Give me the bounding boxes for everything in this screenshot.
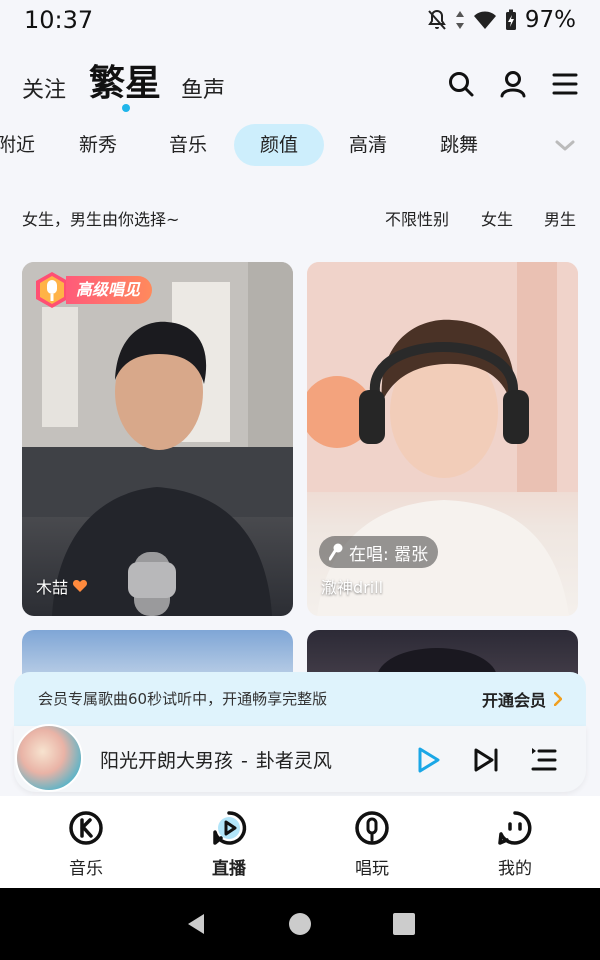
notifications-off-icon: [428, 9, 446, 30]
now-singing-badge: 在唱: 嚣张: [319, 536, 439, 568]
tab-fishvoice[interactable]: 鱼声: [181, 72, 225, 104]
filter-male[interactable]: 男生: [544, 206, 576, 230]
status-icons: 97%: [427, 7, 576, 33]
open-membership-button[interactable]: 开通会员: [482, 687, 562, 711]
bottom-tab-bar: 音乐 直播 唱玩 我的: [0, 796, 600, 888]
tab-sing-play[interactable]: 唱玩: [332, 810, 412, 879]
now-singing-label: 在唱: 嚣张: [349, 544, 429, 565]
live-room-card[interactable]: 在唱: 嚣张 澈神drill: [307, 262, 578, 616]
category-nearby[interactable]: 附近: [0, 124, 46, 166]
tab-stars[interactable]: 繁星: [89, 54, 161, 106]
singer-level-label: 高级唱见: [66, 276, 153, 304]
chevron-right-icon: [554, 692, 562, 706]
tab-music[interactable]: 音乐: [46, 810, 126, 879]
data-transfer-icon: [455, 11, 464, 29]
streamer-name: 木喆: [36, 574, 88, 598]
play-icon[interactable]: [414, 746, 442, 774]
playlist-icon[interactable]: [530, 746, 558, 774]
tab-sing-play-label: 唱玩: [355, 859, 389, 879]
streamer-photo: [22, 262, 293, 616]
battery-level: 97%: [524, 7, 576, 33]
menu-icon[interactable]: [551, 70, 579, 98]
album-art[interactable]: [15, 724, 83, 792]
search-icon[interactable]: [447, 70, 475, 98]
mini-player[interactable]: 阳光开朗大男孩 - 卦者灵风: [14, 724, 586, 792]
track-info[interactable]: 阳光开朗大男孩 - 卦者灵风: [100, 746, 332, 773]
track-artist: 卦者灵风: [255, 750, 332, 772]
tab-me-label: 我的: [498, 859, 532, 879]
gender-filter: 女生，男生由你选择~ 不限性别 女生 男生: [0, 204, 600, 232]
chevron-down-icon[interactable]: [552, 134, 578, 156]
singer-level-badge: 高级唱见: [32, 270, 153, 310]
microphone-icon: [329, 543, 343, 561]
mic-play-icon: [355, 811, 389, 845]
top-nav: 关注 繁星 鱼声: [0, 50, 600, 112]
track-title: 阳光开朗大男孩: [100, 750, 234, 772]
filter-hint: 女生，男生由你选择~: [22, 210, 180, 229]
tab-music-label: 音乐: [69, 859, 103, 879]
filter-female[interactable]: 女生: [481, 206, 513, 230]
live-icon: [213, 811, 247, 845]
skip-next-icon[interactable]: [472, 746, 500, 774]
status-time: 10:37: [24, 6, 94, 34]
active-tab-indicator: [122, 104, 130, 112]
status-bar: 10:37 97%: [0, 0, 600, 40]
member-trial-text: 会员专属歌曲60秒试听中，开通畅享完整版: [38, 690, 328, 708]
category-bar: 附近 新秀 音乐 颜值 高清 跳舞: [0, 124, 600, 168]
tab-live-label: 直播: [212, 859, 246, 879]
tab-me[interactable]: 我的: [475, 810, 555, 879]
home-icon[interactable]: [288, 912, 312, 936]
category-music[interactable]: 音乐: [158, 124, 218, 166]
user-icon[interactable]: [499, 70, 527, 98]
category-looks[interactable]: 颜值: [234, 124, 324, 166]
filter-any-gender[interactable]: 不限性别: [385, 206, 449, 230]
heart-icon: [72, 580, 88, 592]
wifi-icon: [473, 11, 496, 29]
live-room-card[interactable]: 高级唱见 木喆: [22, 262, 293, 616]
category-dance[interactable]: 跳舞: [429, 124, 489, 166]
member-trial-banner: 会员专属歌曲60秒试听中，开通畅享完整版 开通会员: [14, 672, 586, 728]
streamer-name: 澈神drill: [321, 578, 384, 597]
battery-icon: [505, 9, 516, 30]
category-hd[interactable]: 高清: [338, 124, 398, 166]
recents-icon[interactable]: [392, 912, 416, 936]
smiley-icon: [498, 811, 532, 845]
system-nav-bar: [0, 888, 600, 960]
back-icon[interactable]: [184, 912, 208, 936]
tab-live[interactable]: 直播: [189, 810, 269, 879]
track-separator: -: [241, 750, 248, 772]
tab-follow[interactable]: 关注: [22, 72, 66, 104]
category-newcomer[interactable]: 新秀: [68, 124, 128, 166]
music-k-icon: [69, 811, 103, 845]
